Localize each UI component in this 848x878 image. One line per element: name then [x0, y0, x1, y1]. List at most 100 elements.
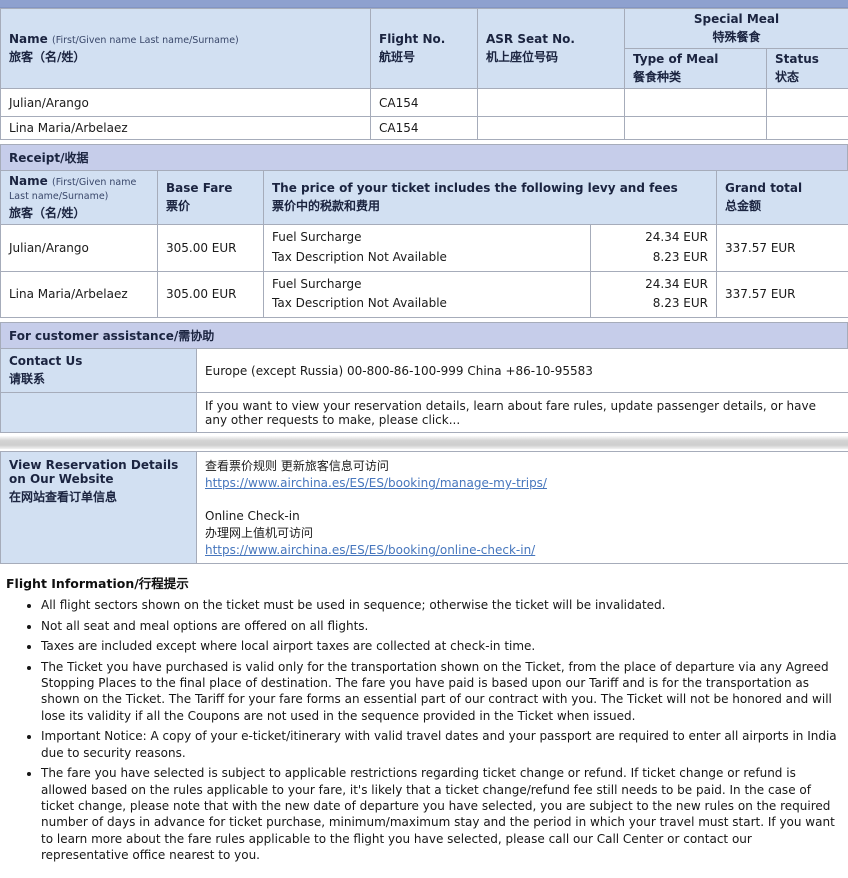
- flight-no-header-en: Flight No.: [379, 32, 469, 46]
- special-meal-header-en: Special Meal: [633, 12, 840, 26]
- fee-amount: 8.23 EUR: [599, 248, 708, 268]
- receipt-passenger-name-cell: Julian/Arango: [1, 225, 158, 272]
- grand-total-header-zh: 总金额: [725, 197, 840, 214]
- fees-description-cell: Fuel Surcharge Tax Description Not Avail…: [264, 271, 591, 318]
- asr-seat-cell: [478, 89, 625, 117]
- grand-total-cell: 337.57 EUR: [717, 225, 848, 272]
- assistance-note-cell: If you want to view your reservation det…: [197, 393, 848, 433]
- status-header-zh: 状态: [775, 68, 840, 85]
- name-header-zh: 旅客（名/姓）: [9, 48, 362, 65]
- flight-info-bullet-list: All flight sectors shown on the ticket m…: [4, 597, 840, 864]
- passenger-name-cell: Julian/Arango: [1, 89, 371, 117]
- fee-amount: 24.34 EUR: [599, 228, 708, 248]
- passenger-row: Lina Maria/Arbelaez CA154: [1, 117, 848, 140]
- levy-header-zh: 票价中的税款和费用: [272, 197, 708, 214]
- asr-seat-header-en: ASR Seat No.: [486, 32, 616, 46]
- meal-status-cell: [767, 117, 848, 140]
- assistance-empty-cell: [1, 393, 197, 433]
- flight-no-cell: CA154: [371, 89, 478, 117]
- receipt-name-header-en: Name: [9, 174, 48, 188]
- flight-info-bullet: The Ticket you have purchased is valid o…: [41, 659, 840, 725]
- base-fare-header-zh: 票价: [166, 197, 255, 214]
- fees-description-cell: Fuel Surcharge Tax Description Not Avail…: [264, 225, 591, 272]
- passenger-row: Julian/Arango CA154: [1, 89, 848, 117]
- flight-no-header-zh: 航班号: [379, 48, 469, 65]
- receipt-table: Name (First/Given name Last name/Surname…: [0, 170, 848, 318]
- fee-label: Fuel Surcharge: [272, 228, 582, 248]
- flight-info-bullet: Not all seat and meal options are offere…: [41, 618, 840, 634]
- levy-fees-column-header: The price of your ticket includes the fo…: [264, 171, 717, 225]
- flight-info-bullet: Important Notice: A copy of your e-ticke…: [41, 728, 840, 761]
- special-meal-group-header: Special Meal 特殊餐食: [625, 9, 848, 49]
- receipt-section-header: Receipt/收据: [0, 144, 848, 171]
- name-column-header: Name (First/Given name Last name/Surname…: [1, 9, 371, 89]
- fee-amounts-cell: 24.34 EUR 8.23 EUR: [591, 271, 717, 318]
- online-checkin-note-zh: 办理网上值机可访问: [205, 525, 840, 542]
- fare-rules-note-zh: 查看票价规则 更新旅客信息可访问: [205, 458, 840, 475]
- meal-status-cell: [767, 89, 848, 117]
- assistance-note-row: If you want to view your reservation det…: [1, 393, 848, 433]
- fee-label: Fuel Surcharge: [272, 275, 582, 295]
- meal-type-header-en: Type of Meal: [633, 52, 758, 66]
- receipt-passenger-name-cell: Lina Maria/Arbelaez: [1, 271, 158, 318]
- assistance-section-header: For customer assistance/需协助: [0, 322, 848, 349]
- base-fare-column-header: Base Fare 票价: [158, 171, 264, 225]
- website-table: View Reservation Details on Our Website …: [0, 451, 848, 564]
- website-links-cell: 查看票价规则 更新旅客信息可访问 https://www.airchina.es…: [197, 452, 848, 564]
- website-label-zh: 在网站查看订单信息: [9, 488, 188, 505]
- name-header-note: (First/Given name Last name/Surname): [52, 35, 239, 46]
- base-fare-cell: 305.00 EUR: [158, 225, 264, 272]
- contact-us-label-zh: 请联系: [9, 370, 188, 387]
- status-header-en: Status: [775, 52, 840, 66]
- flight-info-bullet: Taxes are included except where local ai…: [41, 638, 840, 654]
- flight-info-bullet: The fare you have selected is subject to…: [41, 765, 840, 864]
- contact-us-cell: Contact Us 请联系: [1, 349, 197, 393]
- assistance-table: Contact Us 请联系 Europe (except Russia) 00…: [0, 348, 848, 433]
- website-row: View Reservation Details on Our Website …: [1, 452, 848, 564]
- levy-header-en: The price of your ticket includes the fo…: [272, 181, 708, 195]
- flight-meal-table: Name (First/Given name Last name/Surname…: [0, 8, 848, 140]
- asr-seat-cell: [478, 117, 625, 140]
- online-checkin-label: Online Check-in: [205, 508, 840, 525]
- name-header-en: Name: [9, 32, 48, 46]
- fee-amount: 24.34 EUR: [599, 275, 708, 295]
- website-label-en: View Reservation Details on Our Website: [9, 458, 188, 486]
- eticket-document: Name (First/Given name Last name/Surname…: [0, 0, 848, 878]
- contact-us-label-en: Contact Us: [9, 354, 188, 368]
- flight-information-title: Flight Information/行程提示: [6, 573, 840, 592]
- meal-type-cell: [625, 89, 767, 117]
- top-divider-strip: [0, 0, 848, 8]
- meal-type-header-zh: 餐食种类: [633, 68, 758, 85]
- meal-type-cell: [625, 117, 767, 140]
- blank-line: [205, 492, 840, 508]
- flight-information-section: Flight Information/行程提示 All flight secto…: [0, 564, 848, 878]
- grand-total-cell: 337.57 EUR: [717, 271, 848, 318]
- flight-info-bullet: All flight sectors shown on the ticket m…: [41, 597, 840, 613]
- base-fare-cell: 305.00 EUR: [158, 271, 264, 318]
- special-meal-header-zh: 特殊餐食: [633, 28, 840, 45]
- fee-label: Tax Description Not Available: [272, 248, 582, 268]
- flight-no-cell: CA154: [371, 117, 478, 140]
- manage-trips-link[interactable]: https://www.airchina.es/ES/ES/booking/ma…: [205, 475, 547, 492]
- status-column-header: Status 状态: [767, 49, 848, 89]
- receipt-row: Julian/Arango 305.00 EUR Fuel Surcharge …: [1, 225, 848, 272]
- flight-no-column-header: Flight No. 航班号: [371, 9, 478, 89]
- online-checkin-link[interactable]: https://www.airchina.es/ES/ES/booking/on…: [205, 542, 535, 559]
- receipt-row: Lina Maria/Arbelaez 305.00 EUR Fuel Surc…: [1, 271, 848, 318]
- receipt-name-column-header: Name (First/Given name Last name/Surname…: [1, 171, 158, 225]
- grand-total-column-header: Grand total 总金额: [717, 171, 848, 225]
- fee-amount: 8.23 EUR: [599, 294, 708, 314]
- contact-phone-cell: Europe (except Russia) 00-800-86-100-999…: [197, 349, 848, 393]
- passenger-name-cell: Lina Maria/Arbelaez: [1, 117, 371, 140]
- fee-label: Tax Description Not Available: [272, 294, 582, 314]
- fee-amounts-cell: 24.34 EUR 8.23 EUR: [591, 225, 717, 272]
- website-label-cell: View Reservation Details on Our Website …: [1, 452, 197, 564]
- base-fare-header-en: Base Fare: [166, 181, 255, 195]
- asr-seat-column-header: ASR Seat No. 机上座位号码: [478, 9, 625, 89]
- grand-total-header-en: Grand total: [725, 181, 840, 195]
- page-break-divider: [0, 436, 848, 449]
- contact-row: Contact Us 请联系 Europe (except Russia) 00…: [1, 349, 848, 393]
- asr-seat-header-zh: 机上座位号码: [486, 48, 616, 65]
- meal-type-column-header: Type of Meal 餐食种类: [625, 49, 767, 89]
- receipt-name-header-zh: 旅客（名/姓）: [9, 204, 149, 221]
